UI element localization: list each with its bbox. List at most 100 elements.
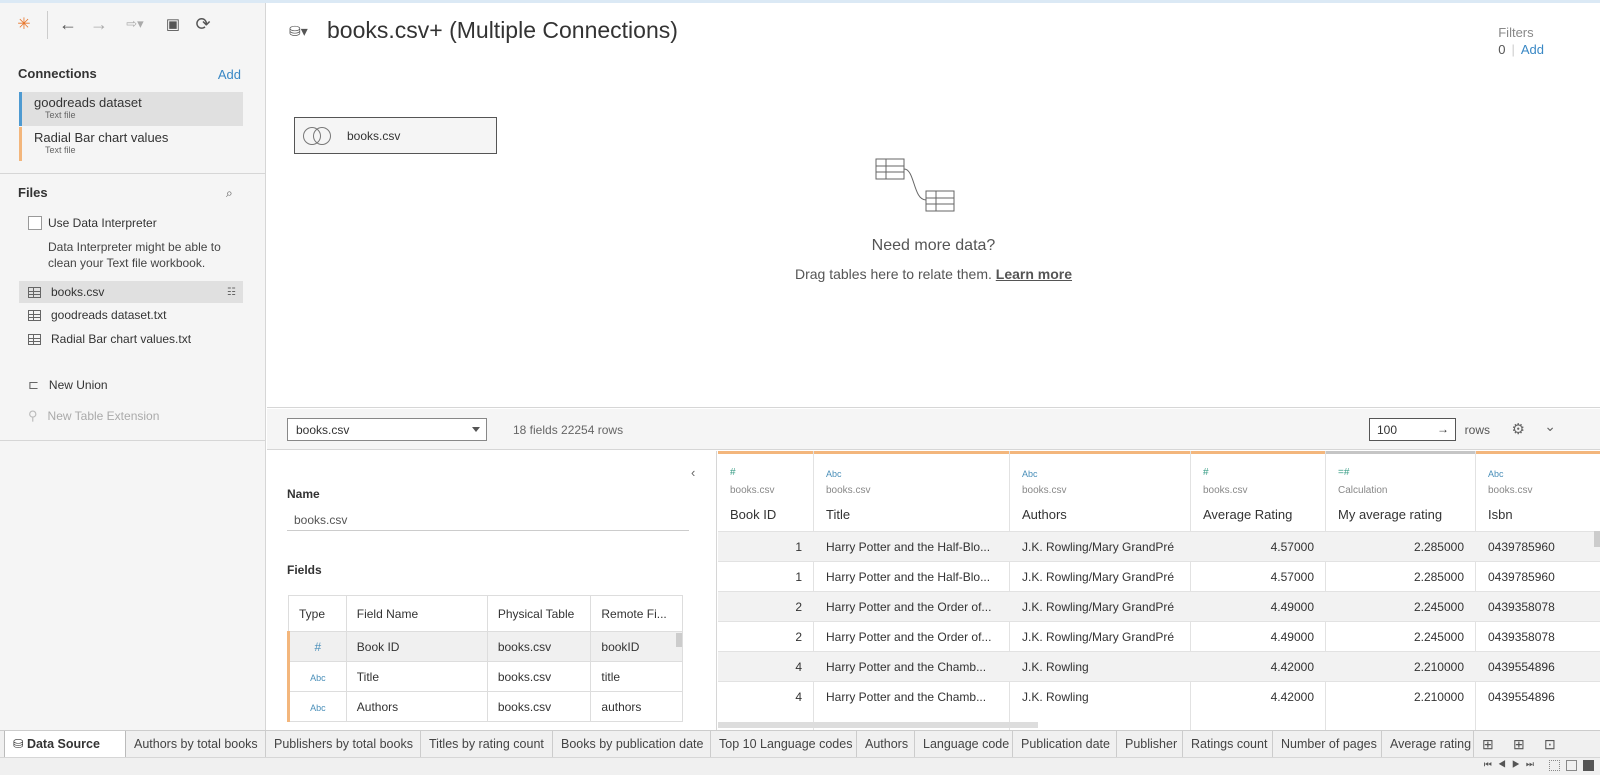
table-card-books[interactable]: books.csv	[294, 117, 497, 154]
grid-cell[interactable]: J.K. Rowling/Mary GrandPré	[1010, 562, 1191, 592]
table-row[interactable]: # Book ID books.csv bookID	[287, 631, 683, 662]
field-name-cell[interactable]: Title	[345, 661, 488, 692]
table-row[interactable]: 2 Harry Potter and the Order of... J.K. Ro…	[718, 591, 1600, 621]
type-cell[interactable]: Abc	[287, 691, 347, 722]
data-source-title[interactable]: books.csv+ (Multiple Connections)	[327, 17, 678, 44]
grid-vertical-scrollbar[interactable]	[1594, 531, 1600, 547]
grid-cell[interactable]: 2.285000	[1326, 532, 1476, 562]
new-worksheet-icon[interactable]: ⊞	[1482, 736, 1494, 753]
grid-cell[interactable]: Harry Potter and the Order of...	[814, 622, 1010, 652]
file-radial-txt[interactable]: Radial Bar chart values.txt	[19, 328, 243, 350]
grid-cell[interactable]: Harry Potter and the Chamb...	[814, 682, 1010, 712]
table-name-field[interactable]: books.csv	[287, 509, 689, 531]
field-name-cell[interactable]: Authors	[345, 691, 488, 722]
table-row[interactable]: 4 Harry Potter and the Chamb... J.K. Rowli…	[718, 681, 1600, 711]
new-union-item[interactable]: ⊏ New Union	[19, 374, 243, 396]
sheet-tab[interactable]: Publication date	[1013, 731, 1117, 758]
field-name-cell[interactable]: Book ID	[345, 631, 488, 662]
grid-cell[interactable]: 1	[718, 562, 814, 592]
sheet-tab[interactable]: Authors	[857, 731, 915, 758]
table-row[interactable]: 1 Harry Potter and the Half-Blo... J.K. Ro…	[718, 531, 1600, 561]
grid-cell[interactable]: 1	[718, 532, 814, 562]
column-name[interactable]: Book ID	[730, 507, 776, 522]
new-story-icon[interactable]: ⊡	[1544, 736, 1556, 753]
sheet-tab[interactable]: ⛁ Data Source	[4, 731, 126, 758]
grid-cell[interactable]: 0439554896	[1476, 682, 1600, 712]
column-header[interactable]: Remote Fi...	[590, 595, 683, 632]
grid-cell[interactable]: 4.42000	[1191, 682, 1326, 712]
back-icon[interactable]: ←	[58, 14, 78, 34]
sheet-tab[interactable]: Average rating	[1382, 731, 1474, 758]
grid-cell[interactable]: Harry Potter and the Half-Blo...	[814, 532, 1010, 562]
add-filter-link[interactable]: Add	[1521, 42, 1544, 57]
rows-input[interactable]: 100 →	[1369, 418, 1456, 441]
column-header[interactable]: Type	[288, 595, 347, 632]
grid-cell[interactable]: J.K. Rowling/Mary GrandPré	[1010, 532, 1191, 562]
refresh-icon[interactable]: ⟳	[193, 14, 213, 34]
apply-arrow-icon[interactable]: →	[1437, 422, 1449, 436]
grid-cell[interactable]: 4.49000	[1191, 592, 1326, 622]
grid-cell[interactable]: 0439785960	[1476, 562, 1600, 592]
grid-cell[interactable]: 0439358078	[1476, 622, 1600, 652]
string-type-icon[interactable]: Abc	[1022, 469, 1038, 479]
sheet-tab[interactable]: Ratings count	[1183, 731, 1273, 758]
grid-cell[interactable]: 4	[718, 682, 814, 712]
grid-cell[interactable]: 2.285000	[1326, 562, 1476, 592]
redo-icon[interactable]: ⇨▾	[120, 14, 150, 34]
tableau-logo-icon[interactable]: ✳	[14, 14, 34, 34]
grid-cell[interactable]: J.K. Rowling	[1010, 652, 1191, 682]
sheet-tab[interactable]: Titles by rating count	[421, 731, 553, 758]
calculation-type-icon[interactable]: =#	[1338, 467, 1349, 478]
table-row[interactable]: Abc Authors books.csv authors	[287, 691, 683, 722]
grid-cell[interactable]: Harry Potter and the Half-Blo...	[814, 562, 1010, 592]
column-name[interactable]: Average Rating	[1203, 507, 1292, 522]
column-header[interactable]: Field Name	[345, 595, 488, 632]
sheet-tab[interactable]: Publisher	[1117, 731, 1183, 758]
file-goodreads-txt[interactable]: goodreads dataset.txt	[19, 304, 243, 326]
file-books-csv[interactable]: books.csv ☷	[19, 281, 243, 303]
learn-more-link[interactable]: Learn more	[996, 266, 1072, 282]
save-icon[interactable]: ▣	[163, 14, 183, 34]
connection-goodreads[interactable]: goodreads dataset Text file	[19, 92, 243, 126]
settings-gear-icon[interactable]: ⚙	[1512, 420, 1525, 438]
connection-radial[interactable]: Radial Bar chart values Text file	[19, 127, 243, 161]
column-name[interactable]: Authors	[1022, 507, 1067, 522]
grid-cell[interactable]: 4.42000	[1191, 652, 1326, 682]
list-view-icon[interactable]: ☷	[227, 287, 236, 298]
grid-cell[interactable]: J.K. Rowling/Mary GrandPré	[1010, 622, 1191, 652]
grid-cell[interactable]: 4.57000	[1191, 532, 1326, 562]
tabs-view-icon[interactable]	[1583, 760, 1594, 771]
grid-cell[interactable]: Harry Potter and the Chamb...	[814, 652, 1010, 682]
grid-cell[interactable]: 0439358078	[1476, 592, 1600, 622]
table-row[interactable]: 1 Harry Potter and the Half-Blo... J.K. Ro…	[718, 561, 1600, 591]
grid-cell[interactable]: 4	[718, 652, 814, 682]
grid-cell[interactable]: 2	[718, 622, 814, 652]
type-cell[interactable]: Abc	[287, 661, 347, 692]
data-interpreter-checkbox[interactable]	[28, 216, 42, 230]
number-type-icon[interactable]: #	[730, 467, 736, 478]
new-table-extension-item[interactable]: ⚲ New Table Extension	[19, 405, 243, 427]
collapse-chevron-icon[interactable]: ⌄	[1544, 418, 1556, 435]
grid-cell[interactable]: 2.245000	[1326, 592, 1476, 622]
sheet-tab[interactable]: Language code	[915, 731, 1013, 758]
string-type-icon[interactable]: Abc	[826, 469, 842, 479]
data-source-canvas[interactable]: ⛁▾ books.csv+ (Multiple Connections) Fil…	[267, 3, 1600, 408]
grid-cell[interactable]: 4.49000	[1191, 622, 1326, 652]
table-row[interactable]: 4 Harry Potter and the Chamb... J.K. Rowli…	[718, 651, 1600, 681]
column-name[interactable]: Isbn	[1488, 507, 1513, 522]
grid-cell[interactable]: 2.210000	[1326, 652, 1476, 682]
grid-cell[interactable]: 2.210000	[1326, 682, 1476, 712]
sheet-navigation-icons[interactable]: ⏮◀▶⏭	[1484, 759, 1540, 770]
number-type-icon[interactable]: #	[1203, 467, 1209, 478]
grid-cell[interactable]: 4.57000	[1191, 562, 1326, 592]
table-row[interactable]: Abc Title books.csv title	[287, 661, 683, 692]
grid-cell[interactable]: J.K. Rowling	[1010, 682, 1191, 712]
grid-cell[interactable]: 2.245000	[1326, 622, 1476, 652]
add-connection-link[interactable]: Add	[218, 67, 241, 82]
column-header[interactable]: Physical Table	[486, 595, 592, 632]
grid-cell[interactable]: J.K. Rowling/Mary GrandPré	[1010, 592, 1191, 622]
sheet-tab[interactable]: Publishers by total books	[266, 731, 421, 758]
grid-cell[interactable]: 2	[718, 592, 814, 622]
search-icon[interactable]: ⌕	[226, 186, 233, 201]
sheet-sorter-icon[interactable]	[1549, 760, 1560, 771]
